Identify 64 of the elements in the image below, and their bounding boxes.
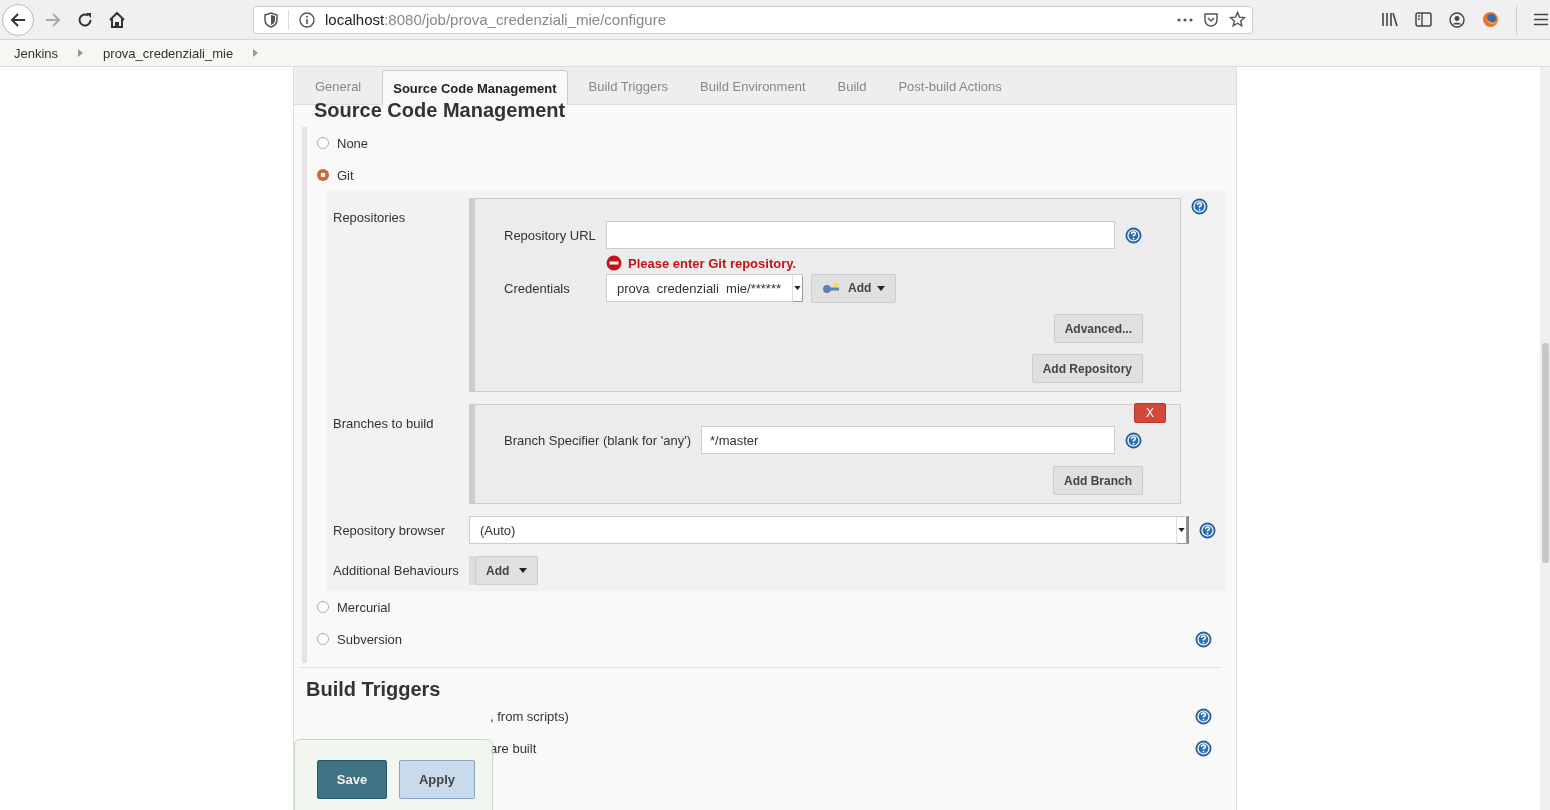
branch-specifier-field[interactable]: */master <box>701 426 1115 454</box>
back-button[interactable] <box>2 3 34 36</box>
sidebar-icon[interactable] <box>1415 12 1432 27</box>
help-icon[interactable] <box>1198 521 1216 539</box>
help-icon[interactable] <box>1190 198 1208 215</box>
error-message: Please enter Git repository. <box>628 255 797 271</box>
url-text: localhost:8080/job/prova_credenziali_mie/configure <box>325 11 667 28</box>
add-branch-button[interactable]: Add Branch <box>1053 466 1143 495</box>
help-icon[interactable] <box>1125 226 1142 244</box>
option-label: None <box>337 135 369 151</box>
menu-icon[interactable] <box>1534 13 1548 26</box>
radio-button[interactable] <box>317 633 329 645</box>
field-label: Repository browser <box>332 522 446 538</box>
field-label: Branch Specifier (blank for 'any') <box>504 432 691 448</box>
more-icon[interactable] <box>1177 17 1193 22</box>
caret-icon <box>519 568 528 573</box>
reload-button[interactable] <box>76 10 94 29</box>
browser-logo-icon[interactable] <box>1482 11 1499 28</box>
advanced-button[interactable]: Advanced... <box>1053 314 1143 343</box>
option-label: Git <box>337 167 354 183</box>
field-label: Repositories <box>332 209 407 225</box>
option-label: Mercurial <box>337 599 391 615</box>
home-button[interactable] <box>108 10 126 29</box>
help-icon[interactable] <box>1195 739 1212 757</box>
account-icon[interactable] <box>1449 11 1465 28</box>
radio-button[interactable] <box>317 137 329 149</box>
library-icon[interactable] <box>1381 12 1398 27</box>
field-label: Credentials <box>504 280 571 296</box>
radio-button[interactable] <box>317 169 329 181</box>
section-heading: Build Triggers <box>305 678 441 700</box>
error-icon <box>606 255 622 271</box>
caret-icon <box>877 285 886 291</box>
help-icon[interactable] <box>1125 431 1142 449</box>
add-repository-button[interactable]: Add Repository <box>1031 354 1143 383</box>
field-label: Additional Behaviours <box>332 563 460 578</box>
caret-icon <box>1178 528 1185 532</box>
key-icon <box>822 282 842 294</box>
repository-browser-dropdown[interactable]: (Auto) <box>469 516 1189 544</box>
scrollbar-thumb[interactable] <box>1542 343 1549 563</box>
chevron-icon[interactable] <box>78 49 84 57</box>
breadcrumb-link[interactable]: prova_credenziali_mie <box>103 45 234 61</box>
info-icon <box>299 11 315 28</box>
address-bar[interactable]: localhost:8080/job/prova_credenziali_mie/configure <box>253 5 1253 34</box>
star-icon[interactable] <box>1229 11 1246 28</box>
help-icon[interactable] <box>1195 630 1212 648</box>
radio-button[interactable] <box>317 601 329 613</box>
option-label: Subversion <box>337 631 403 647</box>
add-credentials-button[interactable]: Add <box>811 273 897 303</box>
repository-url-field[interactable] <box>606 221 1115 249</box>
trigger-label: , from scripts) <box>490 708 569 724</box>
field-label: Repository URL <box>504 227 596 243</box>
chevron-icon[interactable] <box>253 49 259 57</box>
pocket-icon[interactable] <box>1203 11 1219 28</box>
credentials-dropdown[interactable]: prova credenziali mie/****** <box>606 274 803 302</box>
breadcrumb-link[interactable]: Jenkins <box>14 45 59 61</box>
caret-icon <box>794 286 801 290</box>
back-arrow-icon <box>9 10 27 29</box>
help-icon[interactable] <box>1195 707 1212 725</box>
field-label: Branches to build <box>332 415 435 431</box>
save-button[interactable]: Save <box>317 760 387 799</box>
shield-icon <box>264 11 278 28</box>
remove-button[interactable]: X <box>1134 403 1166 423</box>
add-behaviour-button[interactable]: Add <box>475 556 539 585</box>
apply-button[interactable]: Apply <box>399 760 475 799</box>
